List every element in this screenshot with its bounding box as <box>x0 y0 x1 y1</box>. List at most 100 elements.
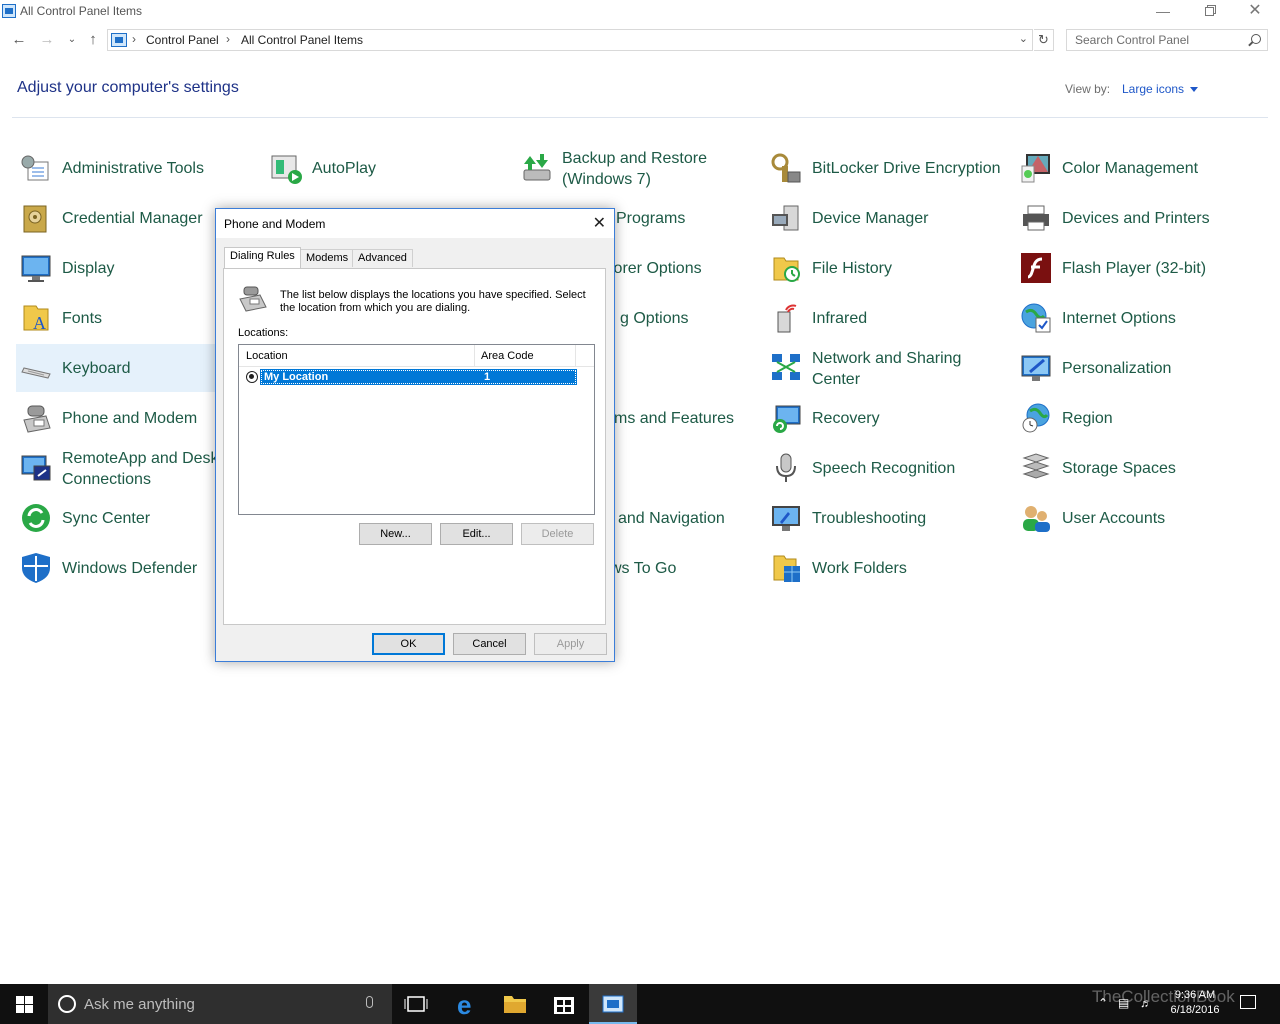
item-bitlocker[interactable]: BitLocker Drive Encryption <box>766 144 1006 192</box>
svg-text:e: e <box>457 990 471 1020</box>
tab-advanced[interactable]: Advanced <box>352 249 413 267</box>
breadcrumb-all-items[interactable]: All Control Panel Items <box>241 33 363 47</box>
item-speech-recognition[interactable]: Speech Recognition <box>766 444 1006 492</box>
item-sync-center[interactable]: Sync Center <box>16 494 216 542</box>
item-remoteapp[interactable]: RemoteApp and Desktop Connections <box>16 444 216 492</box>
item-label: BitLocker Drive Encryption <box>812 160 1001 177</box>
back-button[interactable]: ← <box>9 30 29 50</box>
item-administrative-tools[interactable]: Administrative Tools <box>16 144 256 192</box>
item-storage-spaces[interactable]: Storage Spaces <box>1016 444 1256 492</box>
locations-list[interactable]: Location Area Code My Location 1 <box>238 344 595 515</box>
item-label: AutoPlay <box>312 160 377 177</box>
recent-locations-button[interactable]: ⌄ <box>62 30 82 50</box>
column-header-location[interactable]: Location <box>246 350 288 362</box>
item-infrared[interactable]: Infrared <box>766 294 1006 342</box>
cortana-search[interactable]: Ask me anything <box>48 984 392 1024</box>
item-autoplay[interactable]: AutoPlay <box>266 144 506 192</box>
close-button[interactable]: ✕ <box>1232 0 1278 24</box>
search-box[interactable] <box>1066 29 1268 51</box>
notification-icon[interactable] <box>1240 995 1256 1009</box>
file-explorer-button[interactable] <box>491 984 539 1024</box>
view-by-dropdown[interactable]: Large icons <box>1122 82 1198 96</box>
delete-button[interactable]: Delete <box>521 523 594 545</box>
item-region[interactable]: Region <box>1016 394 1256 442</box>
refresh-button[interactable]: ↻ <box>1034 29 1054 51</box>
dialog-title: Phone and Modem <box>224 217 326 231</box>
list-header: Location Area Code <box>239 345 594 367</box>
sync-icon <box>22 504 50 532</box>
chevron-right-icon[interactable]: › <box>226 32 230 46</box>
maximize-button[interactable] <box>1186 0 1232 24</box>
network-icon <box>772 354 800 380</box>
item-label: Backup and Restore (Windows 7) <box>562 150 707 188</box>
item-label: Devices and Printers <box>1062 210 1210 227</box>
microphone-icon[interactable] <box>366 996 373 1008</box>
apply-button[interactable]: Apply <box>534 633 607 655</box>
chevron-up-icon[interactable]: ⌃ <box>1098 996 1108 1010</box>
dialing-rules-panel: The list below displays the locations yo… <box>223 268 606 625</box>
up-button[interactable]: ↑ <box>83 30 103 50</box>
clock[interactable]: 9:36 AM 6/18/2016 <box>1164 988 1226 1018</box>
item-color-management[interactable]: Color Management <box>1016 144 1256 192</box>
item-label: Personalization <box>1062 360 1172 377</box>
item-label: Fonts <box>62 310 103 327</box>
control-panel-icon <box>2 4 16 18</box>
printer-icon <box>1023 205 1049 231</box>
search-icon[interactable] <box>1251 34 1261 44</box>
radio-selected-icon[interactable] <box>246 371 258 383</box>
item-label: Infrared <box>812 310 868 327</box>
item-device-manager[interactable]: Device Manager <box>766 194 1006 242</box>
column-divider[interactable] <box>575 345 576 367</box>
address-bar[interactable]: › Control Panel › All Control Panel Item… <box>107 29 1033 51</box>
item-internet-options[interactable]: Internet Options <box>1016 294 1256 342</box>
item-windows-defender[interactable]: Windows Defender <box>16 544 216 592</box>
start-button[interactable] <box>0 984 48 1024</box>
item-personalization[interactable]: Personalization <box>1016 344 1256 392</box>
tab-modems[interactable]: Modems <box>300 249 355 267</box>
item-label: Troubleshooting <box>812 510 927 527</box>
item-label: and Navigation <box>618 510 725 527</box>
item-label: Device Manager <box>812 210 929 227</box>
restore-icon <box>1204 7 1214 16</box>
item-keyboard[interactable]: Keyboard <box>16 344 216 392</box>
users-icon <box>1023 506 1050 532</box>
edit-button[interactable]: Edit... <box>440 523 513 545</box>
chevron-down-icon[interactable]: ⌄ <box>1019 32 1028 45</box>
item-file-history[interactable]: File History <box>766 244 1006 292</box>
item-phone-modem[interactable]: Phone and Modem <box>16 394 216 442</box>
item-devices-printers[interactable]: Devices and Printers <box>1016 194 1256 242</box>
chevron-right-icon[interactable]: › <box>132 32 136 46</box>
task-view-button[interactable] <box>392 984 440 1024</box>
item-label: Flash Player (32-bit) <box>1062 260 1207 277</box>
region-icon <box>1022 403 1050 433</box>
phone-modem-dialog: Phone and Modem ✕ Dialing Rules Modems A… <box>215 208 615 662</box>
volume-icon[interactable]: ♬ <box>1140 996 1152 1010</box>
item-label: Storage Spaces <box>1062 460 1176 477</box>
forward-button[interactable]: → <box>37 30 57 50</box>
control-panel-taskbar-button[interactable] <box>589 984 637 1024</box>
store-button[interactable] <box>540 984 588 1024</box>
column-header-area-code[interactable]: Area Code <box>481 350 534 362</box>
network-icon[interactable]: ▤ <box>1118 996 1129 1010</box>
item-troubleshooting[interactable]: Troubleshooting <box>766 494 1006 542</box>
table-row[interactable]: My Location 1 <box>245 369 577 385</box>
column-divider[interactable] <box>474 345 475 367</box>
edge-button[interactable]: e <box>443 984 491 1024</box>
item-backup-restore[interactable]: Backup and Restore (Windows 7) <box>516 144 756 192</box>
tab-dialing-rules[interactable]: Dialing Rules <box>224 247 301 268</box>
item-network-sharing[interactable]: Network and Sharing Center <box>766 344 1006 392</box>
ok-button[interactable]: OK <box>372 633 445 655</box>
file-history-icon <box>773 257 800 282</box>
troubleshooting-icon <box>772 506 800 531</box>
item-recovery[interactable]: Recovery <box>766 394 1006 442</box>
item-user-accounts[interactable]: User Accounts <box>1016 494 1256 542</box>
search-input[interactable] <box>1067 30 1245 50</box>
item-label: Programs <box>616 210 686 227</box>
item-work-folders[interactable]: Work Folders <box>766 544 1006 592</box>
item-flash-player[interactable]: Flash Player (32-bit) <box>1016 244 1256 292</box>
new-button[interactable]: New... <box>359 523 432 545</box>
breadcrumb-control-panel[interactable]: Control Panel <box>146 33 219 47</box>
minimize-button[interactable]: — <box>1140 0 1186 24</box>
dialog-close-icon[interactable]: ✕ <box>593 213 606 233</box>
cancel-button[interactable]: Cancel <box>453 633 526 655</box>
